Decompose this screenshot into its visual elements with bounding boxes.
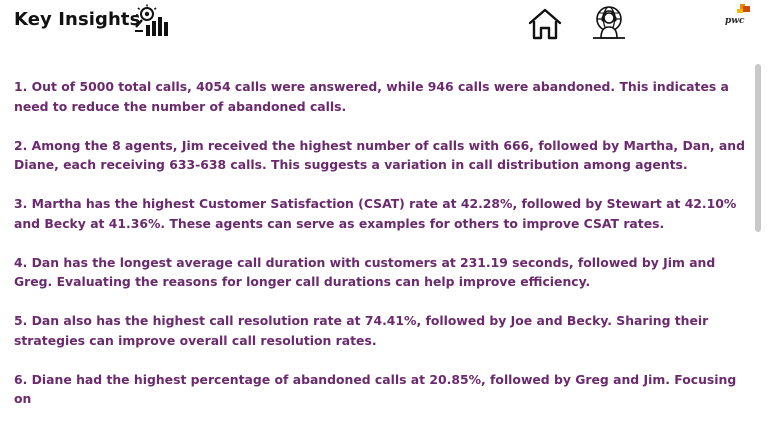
insight-item: 2. Among the 8 agents, Jim received the … (14, 137, 745, 173)
insight-item: 3. Martha has the highest Customer Satis… (14, 196, 737, 231)
key-insights-page: Key Insights pwc 1. Out of 5000 total ca… (0, 0, 768, 430)
pwc-logo-text: pwc (725, 16, 745, 26)
page-header: Key Insights pwc (0, 0, 768, 48)
pwc-logo: pwc (722, 4, 752, 30)
global-support-icon[interactable] (590, 4, 628, 42)
insight-item: 1. Out of 5000 total calls, 4054 calls w… (14, 79, 729, 114)
insights-list[interactable]: 1. Out of 5000 total calls, 4054 calls w… (0, 60, 752, 430)
insight-item: 6. Diane had the highest percentage of a… (14, 371, 737, 407)
vertical-scrollbar[interactable] (755, 64, 761, 232)
insight-item: 5. Dan also has the highest call resolut… (14, 313, 709, 348)
pwc-logo-mark-icon (737, 4, 750, 13)
insight-item: 4. Dan has the longest average call dura… (14, 254, 716, 290)
insight-analytics-icon (135, 4, 168, 36)
page-title: Key Insights (14, 9, 141, 30)
home-icon[interactable] (527, 6, 563, 42)
